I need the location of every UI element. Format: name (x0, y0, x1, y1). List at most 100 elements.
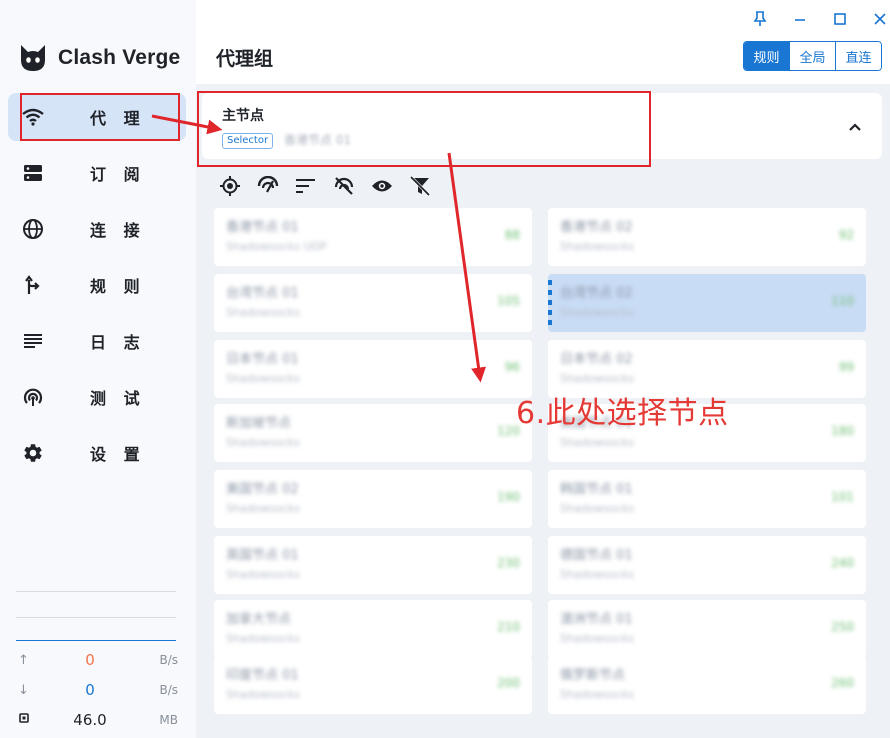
node-delay[interactable]: 230 (497, 556, 520, 570)
arrow-up-icon: ↑ (18, 652, 29, 668)
node-delay[interactable]: 250 (831, 620, 854, 634)
node-delay[interactable]: 105 (497, 294, 520, 308)
filter-off-icon[interactable] (408, 174, 432, 198)
proxy-node-card[interactable]: 美国节点 02 Shadowsocks 190 (214, 470, 532, 528)
list-icon (22, 331, 44, 351)
pin-icon[interactable] (749, 8, 771, 30)
sidebar-item-subscription[interactable]: 订 阅 (8, 149, 186, 197)
sidebar-item-label: 测 试 (90, 389, 146, 408)
proxy-node-card[interactable]: 澳洲节点 01 Shadowsocks 250 (548, 600, 866, 658)
node-name: 美国节点 02 (226, 482, 299, 497)
node-name: 英国节点 01 (226, 548, 299, 563)
node-delay[interactable]: 96 (505, 360, 520, 374)
close-icon[interactable] (869, 8, 890, 30)
sidebar-item-label: 日 志 (90, 333, 146, 352)
arrow-down-icon: ↓ (18, 682, 29, 698)
node-name: 台湾节点 01 (226, 286, 299, 301)
node-name: 印度节点 01 (226, 668, 299, 683)
sidebar-item-connections[interactable]: 连 接 (8, 205, 186, 253)
node-name: 韩国节点 01 (560, 482, 633, 497)
node-delay[interactable]: 99 (839, 360, 854, 374)
node-delay[interactable]: 88 (505, 228, 520, 242)
proxy-node-card[interactable]: 新加坡节点 Shadowsocks 120 (214, 404, 532, 462)
speed-test-icon[interactable] (256, 174, 280, 198)
globe-icon (22, 219, 44, 239)
group-toolbar (218, 174, 446, 198)
node-type: Shadowsocks (560, 502, 635, 515)
node-type: Shadowsocks (560, 632, 635, 645)
maximize-icon[interactable] (829, 8, 851, 30)
proxy-node-card[interactable]: 香港节点 02 Shadowsocks 92 (548, 208, 866, 266)
sidebar-item-settings[interactable]: 设 置 (8, 429, 186, 477)
node-delay[interactable]: 190 (497, 490, 520, 504)
signal-icon (22, 387, 44, 407)
gear-icon (22, 443, 44, 463)
memory-value: 46.0 (73, 711, 107, 729)
proxy-node-card[interactable]: 加拿大节点 Shadowsocks 210 (214, 600, 532, 658)
node-delay[interactable]: 92 (839, 228, 854, 242)
locate-icon[interactable] (218, 174, 242, 198)
proxy-node-card[interactable]: 香港节点 01 Shadowsocks UDP 88 (214, 208, 532, 266)
memory-chip-icon (18, 712, 30, 728)
mode-direct-button[interactable]: 直连 (835, 42, 881, 70)
memory-usage: 46.0 MB (0, 705, 196, 735)
sidebar-nav: 代 理 订 阅 连 接 规 则 日 志 测 试 设 置 (8, 93, 186, 485)
memory-unit: MB (159, 713, 178, 727)
cat-logo-icon (21, 45, 45, 71)
sidebar-item-test[interactable]: 测 试 (8, 373, 186, 421)
sidebar-item-label: 连 接 (90, 221, 146, 240)
sidebar-divider (16, 591, 176, 592)
node-delay[interactable]: 240 (831, 556, 854, 570)
node-delay[interactable]: 101 (831, 490, 854, 504)
node-type: Shadowsocks (226, 502, 301, 515)
fork-arrow-icon (22, 275, 44, 295)
node-name: 台湾节点 02 (560, 286, 633, 301)
node-name: 香港节点 01 (226, 220, 299, 235)
proxy-node-card[interactable]: 韩国节点 01 Shadowsocks 101 (548, 470, 866, 528)
proxy-node-card[interactable]: 台湾节点 01 Shadowsocks 105 (214, 274, 532, 332)
proxy-mode-toggle: 规则 全局 直连 (743, 41, 882, 71)
proxy-node-card-selected[interactable]: 台湾节点 02 Shadowsocks 110 (548, 274, 866, 332)
node-name: 新加坡节点 (226, 416, 292, 431)
node-delay[interactable]: 180 (831, 424, 854, 438)
sidebar-item-logs[interactable]: 日 志 (8, 317, 186, 365)
node-delay[interactable]: 260 (831, 676, 854, 690)
sidebar-divider (16, 617, 176, 618)
sidebar-item-label: 规 则 (90, 277, 146, 296)
page-title: 代理组 (216, 48, 274, 70)
node-type: Shadowsocks (226, 688, 301, 701)
page-header: 代理组 规则 全局 直连 (196, 0, 890, 84)
node-type: Shadowsocks (226, 306, 301, 319)
node-name: 俄罗斯节点 (560, 668, 626, 683)
proxy-node-card[interactable]: 俄罗斯节点 Shadowsocks 260 (548, 656, 866, 714)
node-type: Shadowsocks (226, 632, 301, 645)
node-type: Shadowsocks (226, 372, 301, 385)
mode-rule-button[interactable]: 规则 (744, 42, 789, 70)
upload-speed: ↑ 0 B/s (0, 645, 196, 675)
upload-value: 0 (85, 651, 95, 669)
app-logo: Clash Verge (18, 42, 180, 74)
node-type: Shadowsocks (560, 436, 635, 449)
download-value: 0 (85, 681, 95, 699)
proxy-node-card[interactable]: 日本节点 01 Shadowsocks 96 (214, 340, 532, 398)
proxy-node-card[interactable]: 印度节点 01 Shadowsocks 200 (214, 656, 532, 714)
chevron-up-icon[interactable] (848, 117, 862, 136)
node-type: Shadowsocks (226, 436, 301, 449)
proxy-node-card[interactable]: 英国节点 01 Shadowsocks 230 (214, 536, 532, 594)
annotation-box-proxy (20, 93, 180, 141)
sidebar-item-label: 设 置 (90, 445, 146, 464)
node-delay[interactable]: 210 (497, 620, 520, 634)
node-name: 日本节点 01 (226, 352, 299, 367)
sidebar-item-rules[interactable]: 规 则 (8, 261, 186, 309)
eye-icon[interactable] (370, 174, 394, 198)
latency-off-icon[interactable] (332, 174, 356, 198)
sort-icon[interactable] (294, 174, 318, 198)
minimize-icon[interactable] (789, 8, 811, 30)
mode-global-button[interactable]: 全局 (789, 42, 835, 70)
node-name: 香港节点 02 (560, 220, 633, 235)
proxy-node-card[interactable]: 德国节点 01 Shadowsocks 240 (548, 536, 866, 594)
node-type: Shadowsocks UDP (226, 240, 327, 253)
node-name: 德国节点 01 (560, 548, 633, 563)
node-delay[interactable]: 200 (497, 676, 520, 690)
node-delay[interactable]: 110 (831, 294, 854, 308)
